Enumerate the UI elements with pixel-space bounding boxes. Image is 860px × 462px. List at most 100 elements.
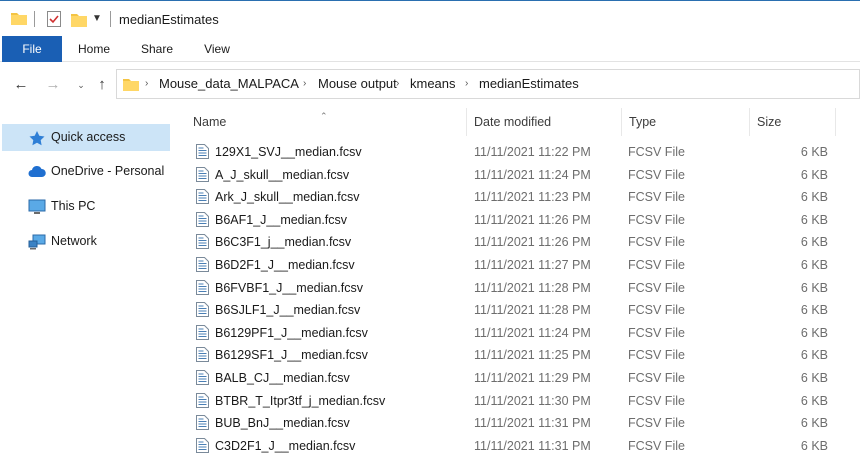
file-row[interactable]: B6C3F1_j__median.fcsv 11/11/2021 11:26 P… xyxy=(186,231,860,254)
breadcrumb-chevron-icon[interactable]: › xyxy=(396,77,399,91)
file-type: FCSV File xyxy=(628,325,685,340)
file-icon xyxy=(196,437,209,453)
folder-icon xyxy=(123,79,139,91)
properties-icon[interactable] xyxy=(47,11,61,27)
file-icon xyxy=(196,166,209,182)
file-icon xyxy=(196,256,209,272)
file-icon xyxy=(196,234,209,250)
breadcrumb-chevron-icon[interactable]: › xyxy=(303,77,306,91)
file-name: B6C3F1_j__median.fcsv xyxy=(215,235,352,250)
file-row[interactable]: Ark_J_skull__median.fcsv 11/11/2021 11:2… xyxy=(186,186,860,209)
file-type: FCSV File xyxy=(628,280,685,295)
file-row[interactable]: BTBR_T_Itpr3tf_j_median.fcsv 11/11/2021 … xyxy=(186,390,860,413)
network-icon xyxy=(28,234,46,250)
sidebar-item-quick-access[interactable]: Quick access xyxy=(2,124,170,151)
tab-home[interactable]: Home xyxy=(66,36,122,62)
file-icon xyxy=(196,279,209,295)
sidebar-item-onedrive[interactable]: OneDrive - Personal xyxy=(2,158,170,185)
file-name: B6SJLF1_J__median.fcsv xyxy=(215,303,361,318)
ribbon-tabs: File Home Share View xyxy=(0,36,860,62)
file-icon xyxy=(196,144,209,159)
file-row[interactable]: BUB_BnJ__median.fcsv 11/11/2021 11:31 PM… xyxy=(186,412,860,435)
column-header-size[interactable]: Size xyxy=(750,108,836,136)
breadcrumb-chevron-icon[interactable]: › xyxy=(465,77,468,91)
column-header-label: Name xyxy=(193,115,227,129)
breadcrumb-item[interactable]: kmeans xyxy=(410,76,456,92)
folder-icon xyxy=(11,13,27,25)
column-header-date-modified[interactable]: Date modified xyxy=(467,108,622,136)
file-date-modified: 11/11/2021 11:31 PM xyxy=(474,416,591,431)
file-row[interactable]: A_J_skull__median.fcsv 11/11/2021 11:24 … xyxy=(186,164,860,187)
file-row[interactable]: B6129PF1_J__median.fcsv 11/11/2021 11:24… xyxy=(186,322,860,345)
file-row[interactable]: 129X1_SVJ__median.fcsv 11/11/2021 11:22 … xyxy=(186,141,860,164)
file-name: B6AF1_J__median.fcsv xyxy=(215,212,348,227)
sidebar-item-label: Quick access xyxy=(51,130,126,144)
file-row[interactable]: BALB_CJ__median.fcsv 11/11/2021 11:29 PM… xyxy=(186,367,860,390)
file-type: FCSV File xyxy=(628,303,685,318)
customize-toolbar-dropdown-icon[interactable]: ▼ xyxy=(92,13,104,25)
sidebar-item-network[interactable]: Network xyxy=(2,228,170,255)
column-header-label: Type xyxy=(629,115,657,129)
file-date-modified: 11/11/2021 11:24 PM xyxy=(474,167,591,182)
file-name: C3D2F1_J__median.fcsv xyxy=(215,438,356,453)
forward-arrow-icon[interactable]: → xyxy=(44,76,62,94)
file-date-modified: 11/11/2021 11:25 PM xyxy=(474,348,591,363)
title-bar: ▼ medianEstimates xyxy=(0,0,860,36)
file-date-modified: 11/11/2021 11:22 PM xyxy=(474,145,591,159)
tab-file[interactable]: File xyxy=(2,36,62,62)
new-folder-icon[interactable] xyxy=(71,11,87,27)
sort-ascending-icon: ⌃ xyxy=(320,111,328,121)
breadcrumb-item[interactable]: Mouse output xyxy=(318,76,397,92)
monitor-icon xyxy=(28,199,46,214)
file-row[interactable]: B6AF1_J__median.fcsv 11/11/2021 11:26 PM… xyxy=(186,209,860,232)
file-row[interactable]: C3D2F1_J__median.fcsv 11/11/2021 11:31 P… xyxy=(186,435,860,458)
column-header-type[interactable]: Type xyxy=(622,108,750,136)
window-title: medianEstimates xyxy=(119,12,219,27)
file-name: B6129PF1_J__median.fcsv xyxy=(215,325,368,340)
file-rows: 129X1_SVJ__median.fcsv 11/11/2021 11:22 … xyxy=(186,141,860,457)
sidebar-item-this-pc[interactable]: This PC xyxy=(2,193,170,220)
file-name: B6D2F1_J__median.fcsv xyxy=(215,257,355,272)
file-type: FCSV File xyxy=(628,370,685,385)
column-header-name[interactable]: ⌃ Name xyxy=(186,108,467,136)
file-date-modified: 11/11/2021 11:23 PM xyxy=(474,190,591,205)
file-date-modified: 11/11/2021 11:26 PM xyxy=(474,212,591,227)
file-size: 6 KB xyxy=(800,235,828,250)
recent-locations-chevron-icon[interactable]: ⌄ xyxy=(72,76,90,94)
breadcrumb-chevron-icon[interactable]: › xyxy=(145,77,148,91)
file-date-modified: 11/11/2021 11:26 PM xyxy=(474,235,591,250)
file-row[interactable]: B6129SF1_J__median.fcsv 11/11/2021 11:25… xyxy=(186,344,860,367)
file-icon xyxy=(196,415,209,431)
tab-view[interactable]: View xyxy=(192,36,242,62)
navigation-bar: ← → ⌄ ↑ › Mouse_data_MALPACA › Mouse out… xyxy=(0,62,860,108)
file-size: 6 KB xyxy=(800,190,828,205)
file-icon xyxy=(196,211,209,227)
navigation-pane: Quick access OneDrive - Personal This PC… xyxy=(0,108,185,462)
up-arrow-icon[interactable]: ↑ xyxy=(93,76,111,94)
file-size: 6 KB xyxy=(800,348,828,363)
file-row[interactable]: B6SJLF1_J__median.fcsv 11/11/2021 11:28 … xyxy=(186,299,860,322)
file-date-modified: 11/11/2021 11:27 PM xyxy=(474,257,591,272)
file-type: FCSV File xyxy=(628,235,685,250)
file-size: 6 KB xyxy=(800,303,828,318)
tab-share[interactable]: Share xyxy=(128,36,186,62)
address-bar[interactable]: › Mouse_data_MALPACA › Mouse output › km… xyxy=(116,69,860,99)
file-icon xyxy=(196,347,209,363)
sidebar-item-label: Network xyxy=(51,234,97,248)
file-name: B6129SF1_J__median.fcsv xyxy=(215,348,368,363)
file-row[interactable]: B6FVBF1_J__median.fcsv 11/11/2021 11:28 … xyxy=(186,277,860,300)
star-icon xyxy=(29,131,45,146)
file-type: FCSV File xyxy=(628,212,685,227)
sidebar-item-label: This PC xyxy=(51,199,96,213)
back-arrow-icon[interactable]: ← xyxy=(12,76,30,94)
breadcrumb-item[interactable]: Mouse_data_MALPACA xyxy=(159,76,299,92)
breadcrumb-item-current[interactable]: medianEstimates xyxy=(479,76,579,92)
column-header-label: Date modified xyxy=(474,115,552,129)
file-icon xyxy=(196,324,209,340)
file-row[interactable]: B6D2F1_J__median.fcsv 11/11/2021 11:27 P… xyxy=(186,254,860,277)
file-type: FCSV File xyxy=(628,416,685,431)
file-icon xyxy=(196,369,209,385)
file-name: BTBR_T_Itpr3tf_j_median.fcsv xyxy=(215,393,386,408)
file-type: FCSV File xyxy=(628,438,685,453)
file-type: FCSV File xyxy=(628,348,685,363)
